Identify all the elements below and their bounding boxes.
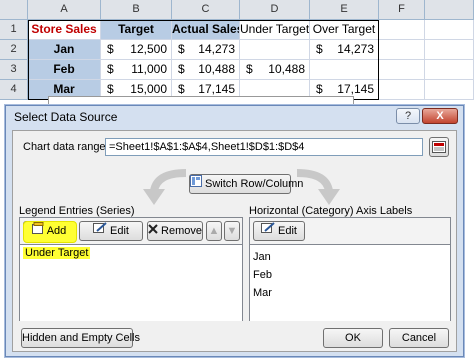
category-item-mar[interactable]: Mar (253, 287, 272, 299)
spreadsheet: A B C D E F 1 2 3 4 Store Sales Target A… (0, 0, 474, 111)
switch-icon (190, 175, 202, 193)
column-header-extra[interactable] (425, 0, 474, 20)
move-down-button[interactable]: ▼ (224, 221, 240, 241)
row-header-2[interactable]: 2 (0, 40, 28, 60)
select-data-source-dialog: Select Data Source ? X Chart data range:… (5, 105, 464, 357)
range-picker-icon (432, 141, 446, 153)
cell-a1[interactable]: Store Sales (28, 20, 101, 40)
axis-labels-panel: Edit Jan Feb Mar (249, 217, 451, 321)
switch-row-column-button[interactable]: Switch Row/Column (189, 174, 303, 194)
row-header-4[interactable]: 4 (0, 80, 28, 100)
cell-d1[interactable]: Under Target (240, 20, 310, 40)
cell-b1[interactable]: Target (101, 20, 172, 40)
cell-f2[interactable] (379, 40, 425, 60)
currency-symbol: $ (107, 62, 114, 76)
remove-label: Remove (161, 225, 202, 237)
ok-button[interactable]: OK (323, 328, 383, 348)
cell-value: 14,273 (337, 42, 374, 56)
edit-series-button[interactable]: Edit (79, 221, 143, 241)
help-button[interactable]: ? (396, 108, 420, 124)
currency-symbol: $ (107, 42, 114, 56)
cell-a2[interactable]: Jan (28, 40, 101, 60)
move-up-button[interactable]: ▲ (206, 221, 222, 241)
currency-symbol: $ (178, 42, 185, 56)
axis-labels-label: Horizontal (Category) Axis Labels (249, 205, 413, 217)
dialog-title: Select Data Source (14, 110, 118, 124)
row-header-3[interactable]: 3 (0, 60, 28, 80)
cell-value: 14,273 (198, 42, 235, 56)
cell-g1[interactable] (425, 20, 474, 40)
add-label: Add (46, 225, 67, 237)
remove-icon (148, 222, 158, 240)
cell-c2[interactable]: $14,273 (172, 40, 240, 60)
cell-g3[interactable] (425, 60, 474, 80)
cell-c3[interactable]: $10,488 (172, 60, 240, 80)
cell-e3[interactable] (310, 60, 379, 80)
cell-b2[interactable]: $12,500 (101, 40, 172, 60)
curved-arrow-left-icon (143, 169, 187, 205)
cell-b3[interactable]: $11,000 (101, 60, 172, 80)
series-item-under-target[interactable]: Under Target (23, 247, 91, 259)
collapse-dialog-button[interactable] (429, 137, 449, 157)
add-series-button[interactable]: Add (23, 221, 77, 243)
edit-label: Edit (110, 225, 129, 237)
cell-f1[interactable] (379, 20, 425, 40)
category-list: Jan Feb Mar (250, 244, 450, 321)
currency-symbol: $ (178, 62, 185, 76)
select-all-corner[interactable] (0, 0, 28, 20)
cell-value: 12,500 (130, 42, 167, 56)
add-icon (31, 222, 44, 240)
triangle-up-icon: ▲ (208, 225, 220, 237)
cell-f4[interactable] (379, 80, 425, 100)
cell-value: 10,488 (198, 62, 235, 76)
dialog-titlebar[interactable]: Select Data Source ? X (6, 106, 463, 128)
chart-data-range-label: Chart data range: (23, 141, 109, 153)
column-header-f[interactable]: F (379, 0, 425, 20)
cell-g4[interactable] (425, 80, 474, 100)
chart-data-range-input[interactable]: =Sheet1!$A$1:$A$4,Sheet1!$D$1:$D$4 (105, 138, 423, 156)
category-item-jan[interactable]: Jan (253, 251, 271, 263)
remove-series-button[interactable]: Remove (147, 221, 203, 241)
category-item-feb[interactable]: Feb (253, 269, 272, 281)
dialog-body: Chart data range: =Sheet1!$A$1:$A$4,Shee… (12, 130, 457, 352)
series-list: Under Target (20, 244, 242, 321)
currency-symbol: $ (316, 42, 323, 56)
cell-g2[interactable] (425, 40, 474, 60)
add-button-content: Add (31, 222, 67, 240)
edit-axis-labels-button[interactable]: Edit (253, 221, 305, 241)
column-header-a[interactable]: A (28, 0, 101, 20)
cell-e1[interactable]: Over Target (310, 20, 379, 40)
legend-entries-label: Legend Entries (Series) (19, 205, 135, 217)
cell-a3[interactable]: Feb (28, 60, 101, 80)
column-header-c[interactable]: C (172, 0, 240, 20)
column-header-d[interactable]: D (240, 0, 310, 20)
column-header-b[interactable]: B (101, 0, 172, 20)
cell-f3[interactable] (379, 60, 425, 80)
cell-d3[interactable]: $10,488 (240, 60, 310, 80)
cell-c1[interactable]: Actual Sales (172, 20, 240, 40)
edit-axis-icon (261, 222, 275, 240)
cell-e2[interactable]: $14,273 (310, 40, 379, 60)
cancel-button[interactable]: Cancel (389, 328, 449, 348)
row-header-1[interactable]: 1 (0, 20, 28, 40)
cell-value: 11,000 (131, 62, 167, 76)
cell-value: 10,488 (268, 62, 305, 76)
edit-axis-label: Edit (278, 225, 297, 237)
close-button[interactable]: X (422, 108, 458, 124)
currency-symbol: $ (246, 62, 253, 76)
hidden-empty-cells-button[interactable]: Hidden and Empty Cells (21, 328, 140, 348)
cell-d2[interactable] (240, 40, 310, 60)
curved-arrow-right-icon (296, 169, 340, 205)
edit-icon (93, 222, 107, 240)
legend-entries-panel: Add Edit Remove ▲ ▼ Under Target (19, 217, 243, 321)
switch-row-column-label: Switch Row/Column (205, 178, 304, 190)
column-header-e[interactable]: E (310, 0, 379, 20)
triangle-down-icon: ▼ (226, 225, 238, 237)
